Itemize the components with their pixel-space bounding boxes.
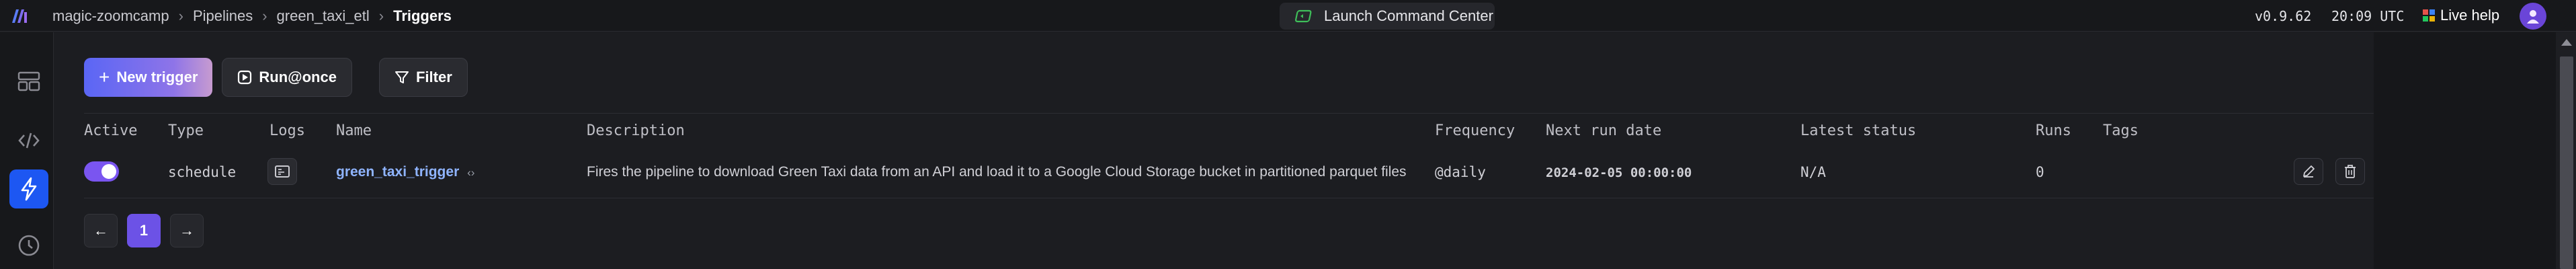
new-trigger-label: New trigger xyxy=(116,69,198,85)
code-icon xyxy=(18,132,40,149)
launch-command-center-button[interactable]: Launch Command Center xyxy=(1280,3,1495,30)
sidebar-item-runs[interactable] xyxy=(9,226,48,265)
column-header-name: Name xyxy=(336,122,372,139)
trigger-frequency: @daily xyxy=(1435,164,1486,180)
runs-count: 0 xyxy=(2036,164,2044,180)
breadcrumb-pipelines[interactable]: Pipelines xyxy=(193,7,253,25)
logs-icon xyxy=(275,165,290,178)
latest-status: N/A xyxy=(1800,164,1826,180)
command-center-icon xyxy=(1294,9,1312,23)
left-sidebar xyxy=(0,32,54,269)
arrow-right-icon: → xyxy=(179,222,194,239)
page-number: 1 xyxy=(139,222,149,239)
active-toggle[interactable] xyxy=(84,161,119,182)
new-trigger-button[interactable]: + New trigger xyxy=(84,58,213,97)
column-header-latest-status: Latest status xyxy=(1800,122,1917,139)
trigger-name-link[interactable]: green_taxi_trigger ‹› xyxy=(336,164,474,180)
toolbar: + New trigger Run@once Filter xyxy=(84,58,468,97)
chevron-right-icon: › xyxy=(378,7,384,24)
column-header-type: Type xyxy=(168,122,204,139)
column-header-active: Active xyxy=(84,122,138,139)
run-once-label: Run@once xyxy=(259,69,337,85)
code-link-icon[interactable]: ‹› xyxy=(467,166,474,179)
trigger-description: Fires the pipeline to download Green Tax… xyxy=(587,164,1407,180)
live-help-link[interactable]: Live help xyxy=(2423,7,2499,24)
trigger-type: schedule xyxy=(168,164,237,180)
pencil-icon xyxy=(2303,165,2315,178)
main-content: + New trigger Run@once Filter Active Typ… xyxy=(54,32,2399,269)
avatar[interactable] xyxy=(2520,3,2546,30)
sidebar-item-overview[interactable] xyxy=(9,62,48,101)
breadcrumb-project[interactable]: magic-zoomcamp xyxy=(52,7,169,25)
column-header-next-run-date: Next run date xyxy=(1546,122,1662,139)
trash-icon xyxy=(2345,165,2356,178)
filter-label: Filter xyxy=(415,69,452,85)
next-run-date: 2024-02-05 00:00:00 xyxy=(1546,165,1692,180)
page-1-button[interactable]: 1 xyxy=(127,214,161,247)
filter-icon xyxy=(394,71,409,83)
chevron-right-icon: › xyxy=(178,7,183,24)
clock-icon xyxy=(18,235,40,256)
filter-button[interactable]: Filter xyxy=(378,58,468,97)
arrow-left-icon: ← xyxy=(93,222,108,239)
version-label: v0.9.62 xyxy=(2255,8,2312,24)
scroll-up-arrow-icon[interactable] xyxy=(2561,39,2572,46)
column-header-frequency: Frequency xyxy=(1435,122,1515,139)
help-pinwheel-icon xyxy=(2423,9,2435,22)
run-once-button[interactable]: Run@once xyxy=(222,58,352,97)
table-divider xyxy=(84,113,2399,114)
breadcrumb: magic-zoomcamp › Pipelines › green_taxi_… xyxy=(52,0,452,32)
breadcrumb-pipeline[interactable]: green_taxi_etl xyxy=(277,7,370,25)
user-avatar-icon xyxy=(2527,10,2539,24)
chevron-right-icon: › xyxy=(262,7,267,24)
prev-page-button[interactable]: ← xyxy=(84,214,118,247)
column-header-description: Description xyxy=(587,122,685,139)
edit-trigger-button[interactable] xyxy=(2294,158,2323,185)
logs-button[interactable] xyxy=(267,158,297,185)
breadcrumb-current: Triggers xyxy=(393,7,452,24)
pagination: ← 1 → xyxy=(84,214,204,247)
scroll-thumb[interactable] xyxy=(2560,56,2573,269)
mage-logo-icon[interactable] xyxy=(9,5,31,27)
sidebar-item-triggers[interactable] xyxy=(9,169,48,208)
right-panel xyxy=(2374,32,2576,269)
layout-icon xyxy=(17,71,40,91)
plus-icon: + xyxy=(99,67,110,87)
lightning-icon xyxy=(21,177,37,201)
vertical-scrollbar[interactable] xyxy=(2556,32,2576,269)
column-header-tags: Tags xyxy=(2103,122,2138,139)
column-header-runs: Runs xyxy=(2036,122,2071,139)
next-page-button[interactable]: → xyxy=(170,214,204,247)
toggle-knob xyxy=(101,164,116,179)
clock-label: 20:09 UTC xyxy=(2331,8,2405,24)
delete-trigger-button[interactable] xyxy=(2335,158,2365,185)
command-center-label: Launch Command Center xyxy=(1324,7,1493,24)
column-header-logs: Logs xyxy=(269,122,305,139)
run-once-icon xyxy=(238,70,252,85)
top-header: magic-zoomcamp › Pipelines › green_taxi_… xyxy=(0,0,2576,32)
sidebar-item-edit[interactable] xyxy=(9,121,48,160)
live-help-label: Live help xyxy=(2440,7,2500,24)
trigger-name[interactable]: green_taxi_trigger xyxy=(336,164,459,180)
